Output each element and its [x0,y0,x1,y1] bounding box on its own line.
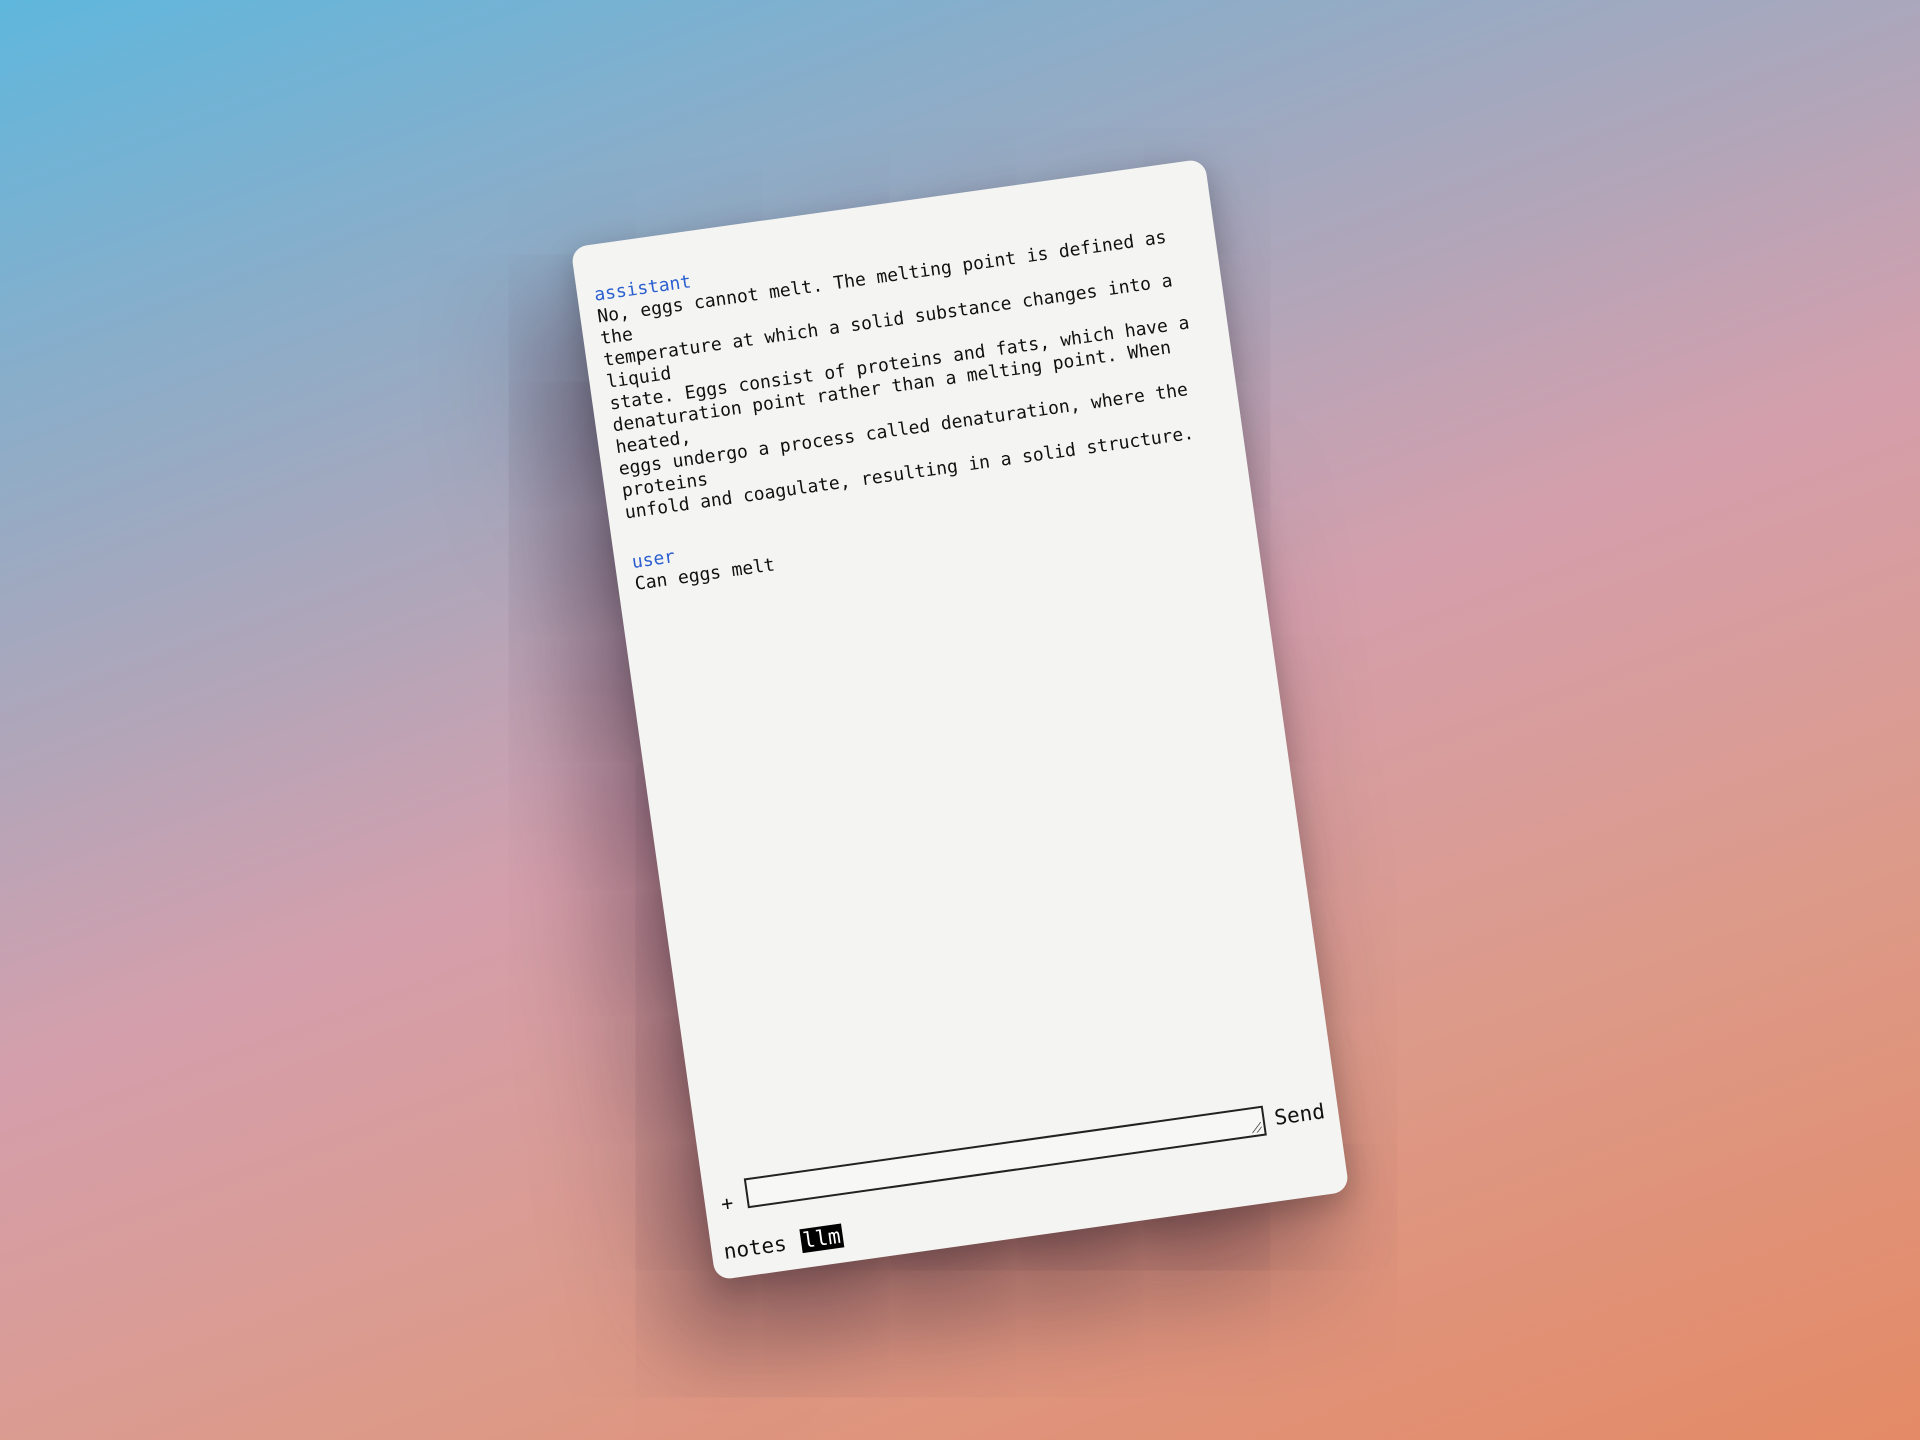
composer: + Send [714,1097,1330,1222]
message-content: No, eggs cannot melt. The melting point … [595,225,1200,524]
message-list: assistant No, eggs cannot melt. The melt… [593,200,1247,624]
resize-grip-icon[interactable] [1251,1122,1263,1134]
send-button[interactable]: Send [1273,1099,1326,1130]
message-input[interactable] [743,1105,1267,1209]
message-assistant: assistant No, eggs cannot melt. The melt… [593,200,1233,525]
footer-tabs: notes llm [720,1223,845,1264]
add-attachment-button[interactable]: + [719,1190,734,1215]
desktop-background: assistant No, eggs cannot melt. The melt… [0,0,1920,1440]
tab-llm[interactable]: llm [799,1223,845,1254]
tab-notes[interactable]: notes [720,1231,790,1264]
chat-window: assistant No, eggs cannot melt. The melt… [570,158,1350,1281]
